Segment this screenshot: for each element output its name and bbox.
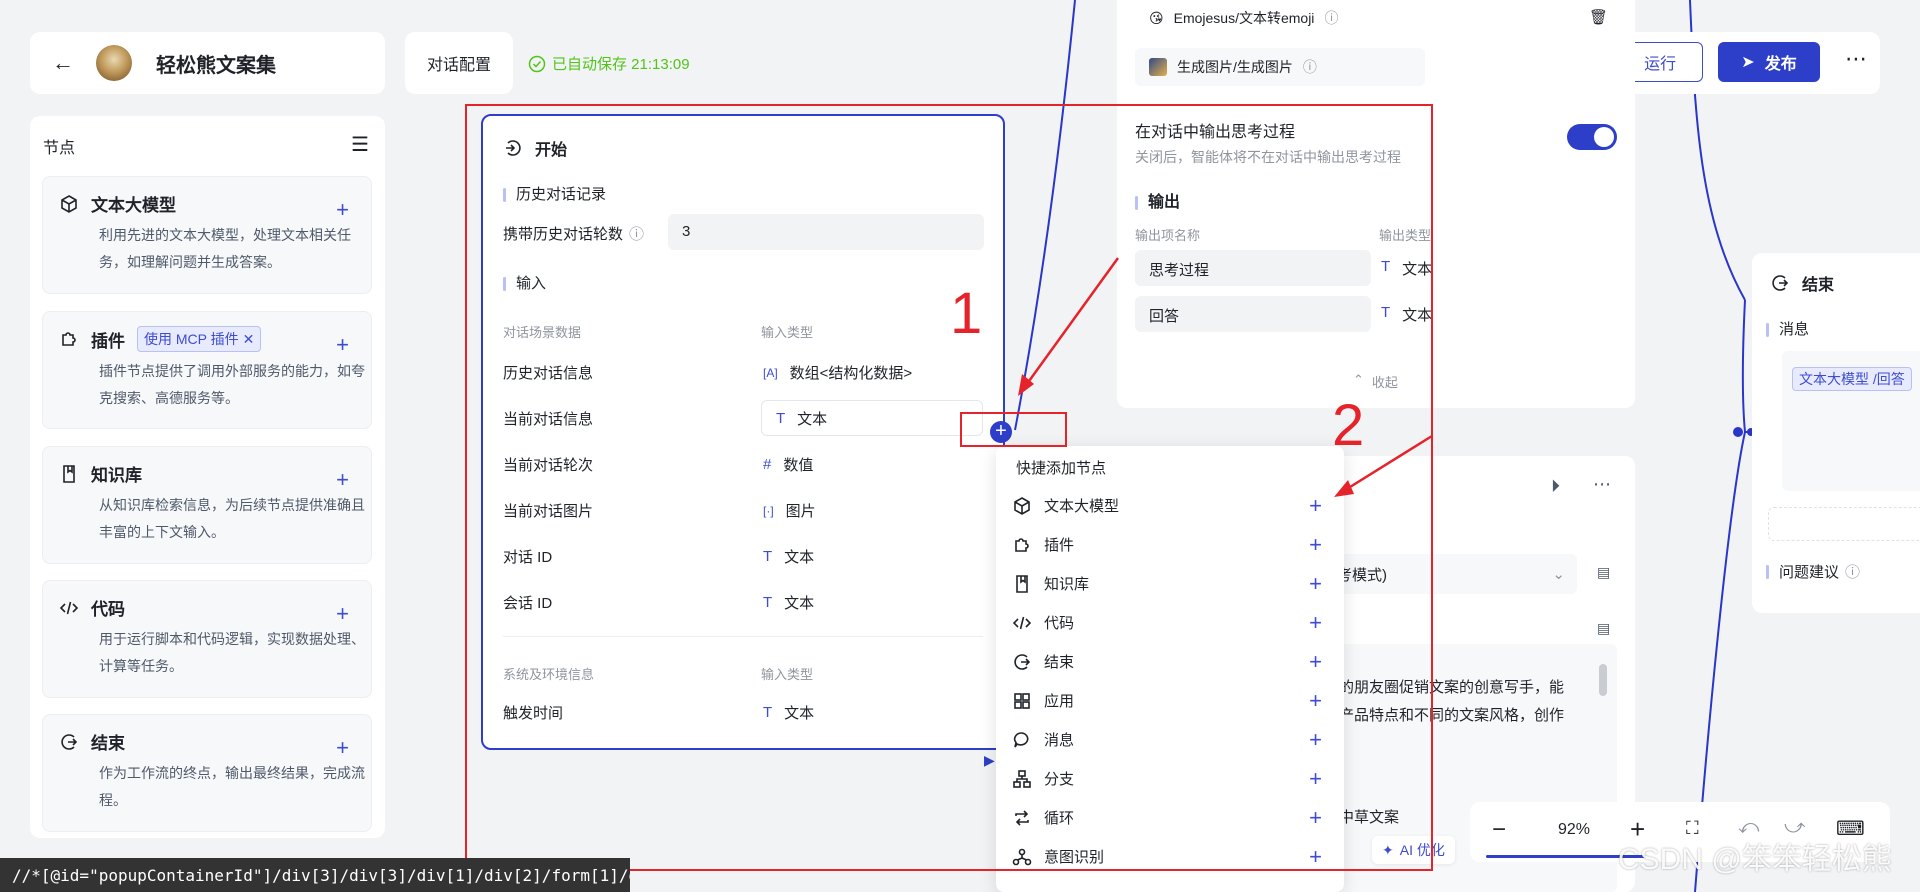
- info-icon[interactable]: ⓘ: [1303, 57, 1317, 77]
- more-icon[interactable]: ⋯: [1845, 46, 1867, 72]
- info-icon[interactable]: ⓘ: [1845, 561, 1860, 582]
- close-icon[interactable]: ✕: [243, 331, 255, 348]
- message-box[interactable]: 文本大模型 /回答: [1782, 351, 1920, 491]
- emoji-icon: 😘: [1149, 9, 1164, 26]
- sidebar-item-desc: 作为工作流的终点，输出最终结果，完成流程。: [99, 765, 365, 808]
- cube-icon: [61, 194, 77, 213]
- annotation-handle-box: [960, 412, 1067, 447]
- autosave-status: 已自动保存 21:13:09: [528, 53, 690, 74]
- suggest-section: 问题建议 ⓘ: [1766, 561, 1860, 582]
- end-node[interactable]: 结束 消息 文本大模型 /回答 问题建议 ⓘ: [1752, 253, 1920, 613]
- add-icon[interactable]: +: [336, 603, 349, 625]
- sidebar-item-end[interactable]: 结束 作为工作流的终点，输出最终结果，完成流程。 +: [42, 714, 372, 832]
- send-icon: ➤: [1741, 54, 1755, 71]
- trash-icon[interactable]: 🗑: [1589, 8, 1608, 26]
- tab-dialog-config[interactable]: 对话配置: [405, 32, 513, 94]
- app-title: 轻松熊文案集: [156, 54, 276, 77]
- add-icon[interactable]: +: [336, 737, 349, 759]
- sidebar-item-desc: 插件节点提供了调用外部服务的能力，如夸克搜索、高德服务等。: [99, 363, 365, 406]
- sidebar-item-label: 结束: [91, 734, 125, 753]
- sidebar-item-knowledge[interactable]: 知识库 从知识库检索信息，为后续节点提供准确且丰富的上下文输入。 +: [42, 446, 372, 564]
- sidebar-item-code[interactable]: 代码 用于运行脚本和代码逻辑，实现数据处理、计算等任务。 +: [42, 580, 372, 698]
- chevron-down-icon: ⌄: [1552, 566, 1565, 583]
- autosave-text: 已自动保存 21:13:09: [552, 56, 690, 73]
- avatar: [96, 45, 132, 81]
- think-toggle[interactable]: [1567, 124, 1617, 150]
- app-header: ← 轻松熊文案集: [30, 32, 385, 94]
- play-circle-icon[interactable]: ⏵: [1551, 476, 1560, 497]
- message-section: 消息: [1766, 318, 1809, 339]
- sidebar-item-desc: 从知识库检索信息，为后续节点提供准确且丰富的上下文输入。: [99, 497, 365, 540]
- end-icon: [1772, 275, 1789, 291]
- image-gen-icon: [1149, 58, 1167, 76]
- sidebar-item-llm[interactable]: 文本大模型 利用先进的文本大模型，处理文本相关任务，如理解问题并生成答案。 +: [42, 176, 372, 294]
- check-circle-icon: [528, 55, 546, 72]
- run-label: 运行: [1644, 56, 1677, 73]
- sidebar-item-label: 插件: [91, 331, 125, 351]
- sidebar-item-desc: 用于运行脚本和代码逻辑，实现数据处理、计算等任务。: [99, 631, 365, 674]
- sidebar-title: 节点: [43, 140, 76, 157]
- edit-icon[interactable]: ▤: [1597, 620, 1610, 637]
- sidebar-item-plugin[interactable]: 插件 使用 MCP 插件 ✕ 插件节点提供了调用外部服务的能力，如夸克搜索、高德服…: [42, 311, 372, 429]
- mcp-badge[interactable]: 使用 MCP 插件 ✕: [137, 326, 262, 352]
- tab-label: 对话配置: [426, 57, 491, 74]
- publish-label: 发布: [1764, 56, 1797, 73]
- sidebar-item-label: 知识库: [91, 466, 142, 485]
- plugin-row: 生成图片/生成图片 ⓘ: [1135, 48, 1425, 86]
- add-icon[interactable]: +: [336, 469, 349, 491]
- section-title: 消息: [1779, 321, 1810, 338]
- book-icon: [63, 464, 75, 483]
- title-label: 结束: [1802, 277, 1835, 294]
- plugin-name: 生成图片/生成图片: [1177, 59, 1293, 75]
- back-arrow-icon[interactable]: ←: [52, 50, 74, 76]
- plugin-name: Emojesus/文本转emoji: [1173, 10, 1315, 26]
- xpath-tooltip: //*[@id="popupContainerId"]/div[3]/div[3…: [0, 858, 630, 892]
- annotation-number-2: 2: [1332, 393, 1365, 458]
- end-node-title: 结束: [1770, 271, 1834, 295]
- code-icon: [59, 601, 79, 614]
- puzzle-icon: [62, 332, 76, 346]
- sidebar-item-label: 代码: [91, 600, 125, 619]
- publish-button[interactable]: ➤ 发布: [1718, 42, 1820, 82]
- collapse-menu-icon[interactable]: ☰: [351, 132, 369, 157]
- annotation-number-1: 1: [950, 281, 983, 346]
- placeholder-box[interactable]: [1768, 507, 1920, 541]
- more-icon[interactable]: ⋯: [1593, 474, 1611, 495]
- watermark: CSDN @笨笨轻松熊: [1618, 843, 1892, 876]
- annotation-frame: [465, 104, 1433, 871]
- sidebar-item-desc: 利用先进的文本大模型，处理文本相关任务，如理解问题并生成答案。: [99, 227, 351, 270]
- section-title: 问题建议: [1779, 564, 1840, 581]
- add-icon[interactable]: +: [336, 199, 349, 221]
- variable-chip[interactable]: 文本大模型 /回答: [1792, 367, 1912, 391]
- add-icon[interactable]: +: [336, 334, 349, 356]
- toggle-knob: [1594, 127, 1614, 147]
- zoom-out-icon[interactable]: −: [1492, 816, 1506, 844]
- zoom-level[interactable]: 92%: [1558, 821, 1590, 839]
- mcp-badge-label: 使用 MCP 插件: [144, 331, 239, 347]
- end-icon: [61, 733, 78, 750]
- sidebar-item-label: 文本大模型: [91, 196, 176, 215]
- info-icon[interactable]: ⓘ: [1324, 8, 1338, 28]
- scrollbar[interactable]: [1599, 664, 1607, 696]
- plugin-row: 😘 Emojesus/文本转emoji ⓘ: [1149, 8, 1338, 28]
- edit-icon[interactable]: ▤: [1597, 564, 1610, 581]
